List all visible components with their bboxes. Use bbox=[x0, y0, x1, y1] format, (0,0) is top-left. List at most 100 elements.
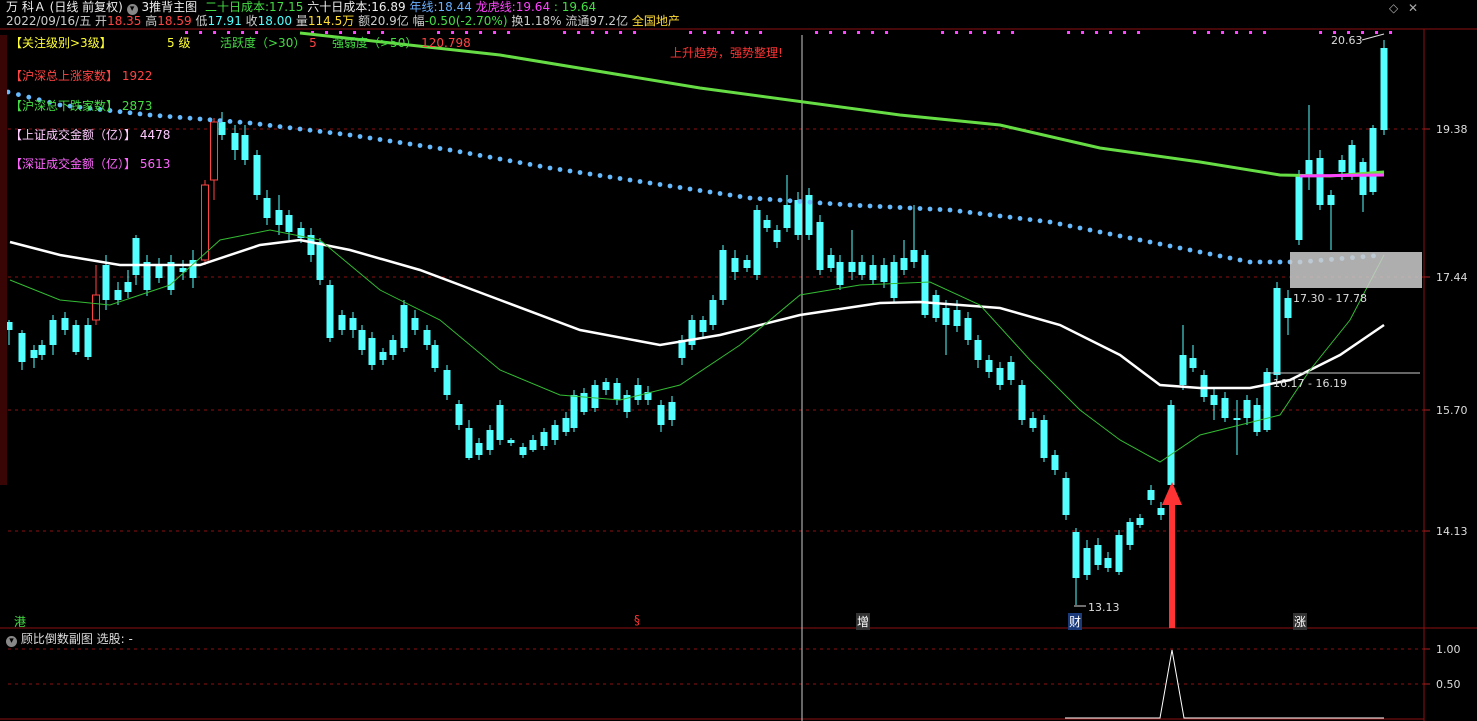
year-line-value: 18.44 bbox=[437, 0, 472, 14]
sub-chart-title[interactable]: 顾比倒数副图 bbox=[21, 632, 93, 646]
candle-body bbox=[1243, 400, 1251, 418]
dragon-dot bbox=[843, 31, 846, 34]
candle-body bbox=[368, 338, 376, 365]
candle-body bbox=[423, 330, 431, 345]
event-tag-increase[interactable]: 增 bbox=[856, 613, 871, 630]
candle-body bbox=[218, 122, 226, 135]
left-toolbar[interactable] bbox=[0, 35, 7, 485]
turnover-value: 1.18% bbox=[523, 14, 562, 28]
event-tag-hk[interactable]: 港 bbox=[14, 613, 26, 630]
dot-line-point bbox=[1157, 241, 1163, 247]
dot-line-point bbox=[567, 168, 573, 174]
stock-name[interactable]: 万 科Ａ bbox=[6, 0, 46, 14]
dot-line-point bbox=[767, 197, 773, 202]
candle-body bbox=[580, 393, 588, 412]
dot-line-point bbox=[16, 92, 21, 97]
dot-line-point bbox=[247, 120, 253, 126]
candle-body bbox=[326, 285, 334, 338]
dot-line-point bbox=[167, 114, 173, 119]
event-tag-finance[interactable]: 财 bbox=[1068, 613, 1083, 630]
candle-body bbox=[529, 440, 537, 450]
dragon-value: 19.64 bbox=[515, 0, 551, 14]
dragon-dot bbox=[185, 31, 188, 34]
open-label: 开 bbox=[95, 14, 108, 28]
dot-line-point bbox=[617, 176, 623, 181]
candle-body bbox=[475, 443, 483, 455]
dot-line-point bbox=[357, 134, 363, 139]
dot-line-point bbox=[537, 163, 543, 169]
dot-line-point bbox=[457, 149, 463, 155]
candle-body bbox=[900, 258, 908, 270]
dot-line-point bbox=[1077, 225, 1083, 231]
dot-line-point bbox=[1267, 259, 1273, 265]
restore-icon[interactable]: ◇ bbox=[1389, 1, 1398, 15]
dot-line-point bbox=[1237, 257, 1243, 263]
dot-line-point bbox=[447, 147, 453, 153]
dot-line-point bbox=[637, 179, 643, 184]
candle-body bbox=[358, 330, 366, 350]
candle-body bbox=[519, 447, 527, 455]
dragon-dot bbox=[353, 31, 356, 34]
price-axis-label: 19.38 bbox=[1436, 123, 1468, 136]
dragon-dot bbox=[1109, 31, 1112, 34]
close-icon[interactable]: ✕ bbox=[1408, 1, 1418, 15]
sub-chart-gear-icon[interactable]: ▾ bbox=[6, 636, 17, 647]
dot-line-point bbox=[257, 121, 263, 127]
low-value: 17.91 bbox=[207, 14, 242, 28]
dot-line-point bbox=[437, 146, 443, 151]
dot-line-point bbox=[307, 127, 313, 133]
dragon-dot bbox=[605, 31, 608, 34]
dragon-dot bbox=[451, 31, 454, 34]
dragon-dot bbox=[1193, 31, 1196, 34]
price-axis-label: 15.70 bbox=[1436, 404, 1468, 417]
event-tag-section[interactable]: § bbox=[634, 613, 640, 627]
dot-line-point bbox=[677, 185, 683, 190]
dot-line-point bbox=[807, 199, 813, 205]
header-row-1: 万 科Ａ (日线 前复权) ▾ 3推背主图 二十日成本:17.15 六十日成本:… bbox=[6, 0, 596, 15]
sector-label[interactable]: 全国地产 bbox=[632, 14, 680, 28]
dot-line-point bbox=[747, 195, 753, 201]
dragon-dot bbox=[689, 31, 692, 34]
dragon-dot bbox=[955, 31, 958, 34]
candle-body bbox=[61, 318, 69, 330]
dot-line-point bbox=[497, 156, 503, 162]
period-label[interactable]: (日线 前复权) bbox=[50, 0, 123, 14]
candle-body bbox=[465, 428, 473, 458]
high-mark-label: 20.63 bbox=[1331, 34, 1363, 47]
candle-body bbox=[1189, 358, 1197, 368]
candle-body bbox=[114, 290, 122, 300]
dragon-dot bbox=[731, 31, 734, 34]
candle-body bbox=[263, 198, 271, 218]
dragon-dot bbox=[381, 31, 384, 34]
dot-line-point bbox=[797, 199, 803, 204]
candle-body bbox=[953, 310, 961, 326]
candle-body bbox=[1380, 48, 1388, 130]
dragon-dot bbox=[1011, 31, 1014, 34]
dot-line-point bbox=[517, 160, 523, 166]
dot-line-point bbox=[757, 196, 763, 202]
candle-body bbox=[1348, 145, 1356, 175]
indicator-name[interactable]: 3推背主图 bbox=[142, 0, 198, 14]
dot-line-point bbox=[317, 129, 323, 134]
candle-body bbox=[1029, 418, 1037, 428]
signal-arrow-shaft bbox=[1169, 500, 1175, 628]
candle-body bbox=[551, 425, 559, 440]
dot-line-point bbox=[477, 153, 483, 158]
dot-line-point bbox=[417, 143, 423, 148]
high-label: 高 bbox=[145, 14, 158, 28]
date-label: 2022/09/16/五 bbox=[6, 14, 92, 28]
candle-body bbox=[1200, 375, 1208, 397]
price-chart[interactable] bbox=[0, 0, 1477, 721]
dot-line-point bbox=[1147, 239, 1153, 245]
dragon-dot bbox=[255, 31, 258, 34]
sh-amount-row: 【上证成交金额（亿）】 4478 bbox=[10, 128, 170, 142]
dot-line-point bbox=[877, 204, 883, 209]
candle-body bbox=[1273, 288, 1281, 375]
dot-line-point bbox=[577, 170, 583, 175]
candle-body bbox=[1167, 405, 1175, 485]
candle-body bbox=[1338, 160, 1346, 172]
dot-line-point bbox=[1107, 231, 1113, 237]
dot-line-point bbox=[927, 206, 933, 212]
event-tag-rise[interactable]: 涨 bbox=[1293, 613, 1308, 630]
dot-line-point bbox=[147, 112, 153, 118]
